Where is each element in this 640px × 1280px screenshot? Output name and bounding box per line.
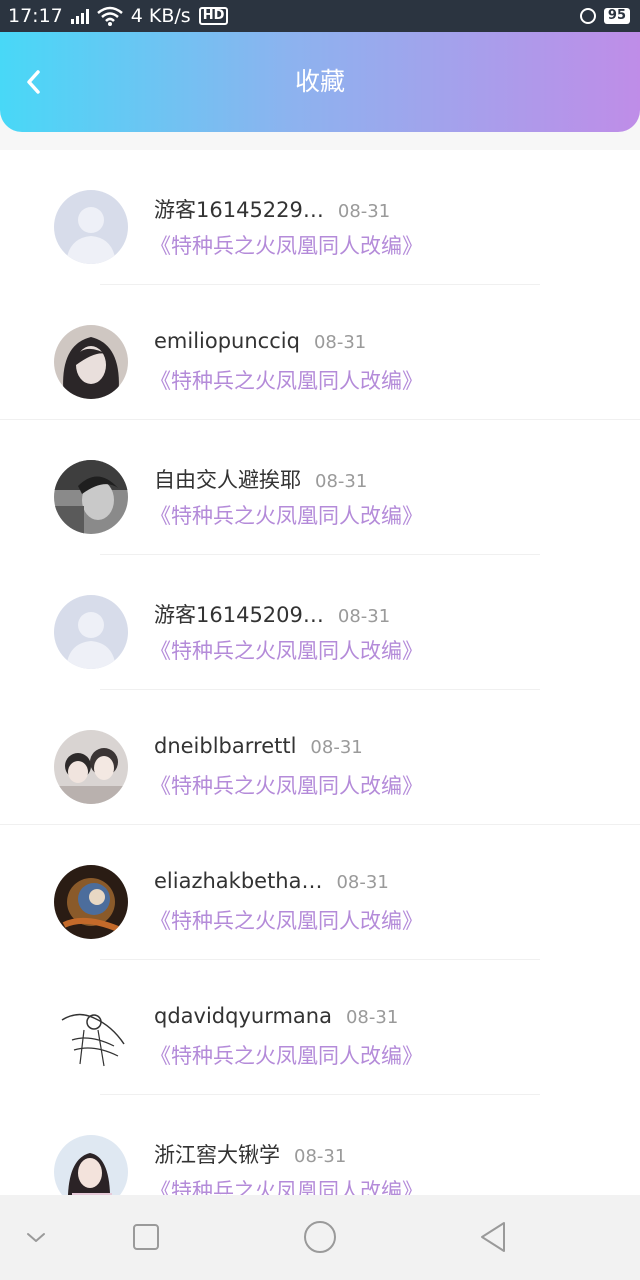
list-item[interactable]: 浙江窖大锹学 08-31 《特种兵之火凤凰同人改编》 xyxy=(0,1095,640,1195)
battery-level: 95 xyxy=(603,8,630,24)
user-name: 浙江窖大锹学 08-31 xyxy=(154,1139,346,1169)
header-bar: 收藏 xyxy=(0,32,640,132)
avatar-sketch[interactable] xyxy=(54,1000,128,1074)
system-nav-bar xyxy=(0,1195,640,1280)
book-title[interactable]: 《特种兵之火凤凰同人改编》 xyxy=(150,365,423,395)
date-label: 08-31 xyxy=(336,872,389,893)
user-name: qdavidqyurmana 08-31 xyxy=(154,1004,398,1028)
user-name-text: 浙江窖大锹学 xyxy=(154,1143,280,1167)
book-title[interactable]: 《特种兵之火凤凰同人改编》 xyxy=(150,770,423,800)
date-label: 08-31 xyxy=(345,1007,399,1028)
signal-icon xyxy=(70,8,89,24)
wifi-icon xyxy=(96,6,123,26)
user-name: 游客16145229… 08-31 xyxy=(154,194,390,224)
date-label: 08-31 xyxy=(294,1146,347,1167)
book-title[interactable]: 《特种兵之火凤凰同人改编》 xyxy=(150,230,423,260)
user-name: eliazhakbetha… 08-31 xyxy=(154,869,389,893)
book-title[interactable]: 《特种兵之火凤凰同人改编》 xyxy=(150,905,423,935)
date-label: 08-31 xyxy=(337,201,391,222)
date-label: 08-31 xyxy=(310,737,363,758)
date-label: 08-31 xyxy=(313,332,367,353)
date-label: 08-31 xyxy=(337,606,391,627)
chevron-down-icon[interactable] xyxy=(16,1217,56,1257)
avatar-default[interactable] xyxy=(54,595,128,669)
list-item[interactable]: 自由交人避挨耶 08-31 《特种兵之火凤凰同人改编》 xyxy=(0,420,640,555)
avatar-photo[interactable] xyxy=(54,325,128,399)
rotation-lock-icon xyxy=(579,8,596,24)
net-speed: 4 KB/s xyxy=(130,5,191,27)
user-name: 游客16145209… 08-31 xyxy=(154,599,390,629)
user-name-text: dneiblbarrettl xyxy=(154,734,297,758)
user-name-text: emiliopuncciq xyxy=(154,329,300,353)
avatar-photo[interactable] xyxy=(54,1135,128,1195)
user-name-text: qdavidqyurmana xyxy=(154,1004,332,1028)
user-name-text: 自由交人避挨耶 xyxy=(154,468,301,492)
avatar-photo[interactable] xyxy=(54,730,128,804)
circle-icon[interactable] xyxy=(300,1217,340,1257)
square-icon[interactable] xyxy=(126,1217,166,1257)
book-title[interactable]: 《特种兵之火凤凰同人改编》 xyxy=(150,1175,423,1195)
page-title: 收藏 xyxy=(294,67,345,96)
book-title[interactable]: 《特种兵之火凤凰同人改编》 xyxy=(150,500,423,530)
status-bar: 17:17 4 KB/s HD 95 xyxy=(0,0,640,32)
favorites-list: 游客16145229… 08-31 《特种兵之火凤凰同人改编》 emiliopun… xyxy=(0,150,640,1195)
user-name-text: eliazhakbetha… xyxy=(154,869,323,893)
hd-badge: HD xyxy=(198,7,229,25)
date-label: 08-31 xyxy=(315,471,368,492)
list-item[interactable]: 游客16145229… 08-31 《特种兵之火凤凰同人改编》 xyxy=(0,150,640,285)
avatar-photo[interactable] xyxy=(54,865,128,939)
triangle-back-icon[interactable] xyxy=(474,1217,514,1257)
list-item[interactable]: emiliopuncciq 08-31 《特种兵之火凤凰同人改编》 xyxy=(0,285,640,420)
avatar-photo[interactable] xyxy=(54,460,128,534)
book-title[interactable]: 《特种兵之火凤凰同人改编》 xyxy=(150,635,423,665)
status-time: 17:17 xyxy=(8,5,63,27)
list-item[interactable]: eliazhakbetha… 08-31 《特种兵之火凤凰同人改编》 xyxy=(0,825,640,960)
user-name: 自由交人避挨耶 08-31 xyxy=(154,464,367,494)
list-item[interactable]: dneiblbarrettl 08-31 《特种兵之火凤凰同人改编》 xyxy=(0,690,640,825)
list-item[interactable]: 游客16145209… 08-31 《特种兵之火凤凰同人改编》 xyxy=(0,555,640,690)
avatar-default[interactable] xyxy=(54,190,128,264)
user-name: dneiblbarrettl 08-31 xyxy=(154,734,363,758)
list-item[interactable]: qdavidqyurmana 08-31 《特种兵之火凤凰同人改编》 xyxy=(0,960,640,1095)
book-title[interactable]: 《特种兵之火凤凰同人改编》 xyxy=(150,1040,423,1070)
user-name-text: 游客16145229… xyxy=(154,198,324,222)
user-name-text: 游客16145209… xyxy=(154,603,324,627)
user-name: emiliopuncciq 08-31 xyxy=(154,329,366,353)
